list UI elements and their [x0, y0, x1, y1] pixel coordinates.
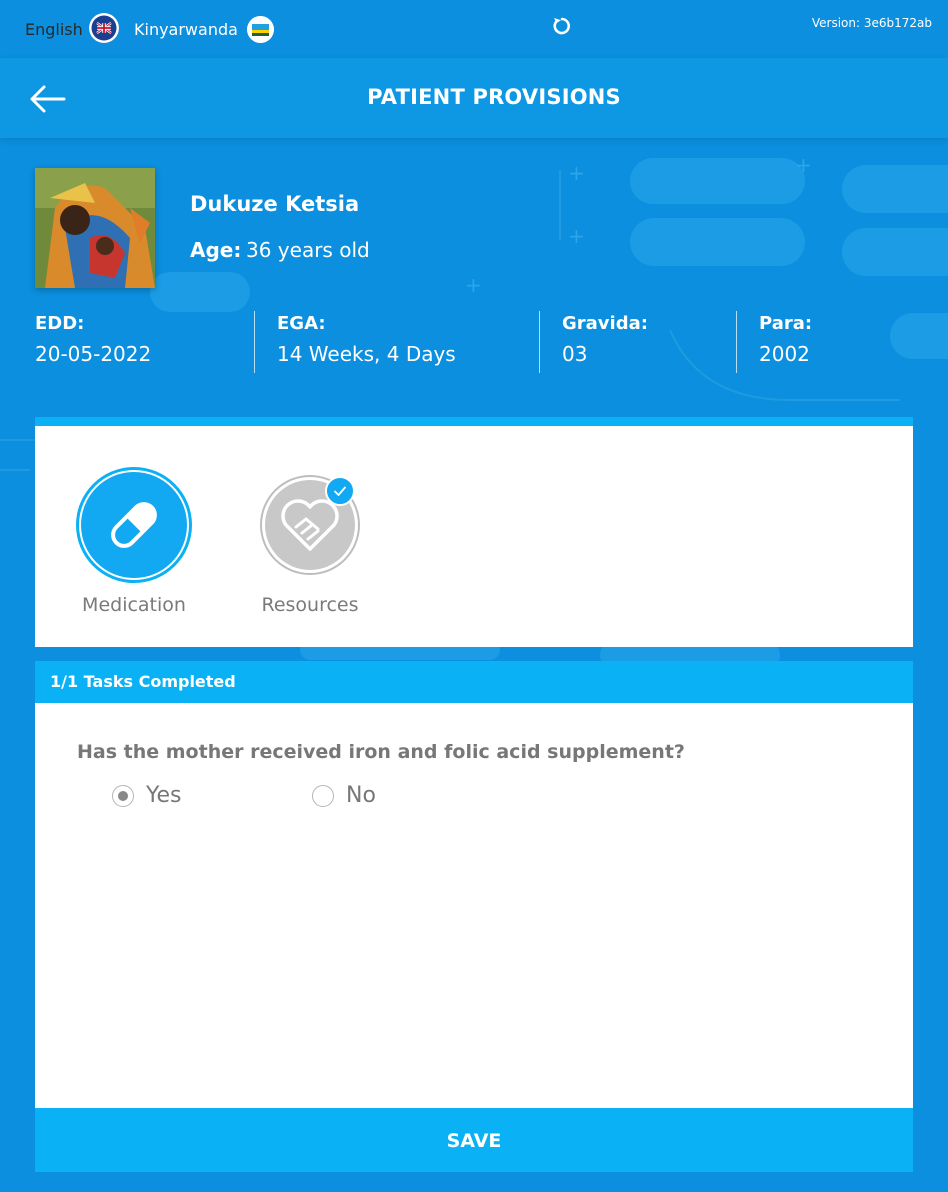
stat-label: Para:	[759, 313, 813, 334]
stat-divider	[254, 311, 255, 373]
question-label: Has the mother received iron and folic a…	[77, 741, 685, 763]
radio-yes[interactable]: Yes	[112, 783, 182, 808]
tab-label: Medication	[82, 594, 186, 616]
stat-value: 20-05-2022	[35, 342, 152, 366]
version-label: Version: 3e6b172ab	[811, 16, 932, 30]
uk-flag-icon[interactable]	[89, 13, 119, 43]
stat-label: EGA:	[277, 313, 326, 334]
age-label: Age:	[190, 238, 242, 262]
stat-divider	[736, 311, 737, 373]
page-title: PATIENT PROVISIONS	[367, 85, 621, 109]
svg-text:+: +	[465, 273, 482, 297]
task-status: 1/1 Tasks Completed	[35, 661, 913, 703]
language-kinyarwanda[interactable]: Kinyarwanda	[134, 20, 238, 39]
radio-label: No	[346, 783, 376, 808]
refresh-icon[interactable]	[550, 14, 574, 38]
stat-label: Gravida:	[562, 313, 648, 334]
rwanda-flag-icon[interactable]	[247, 16, 274, 43]
tab-medication[interactable]: Medication	[79, 470, 189, 616]
save-button[interactable]: SAVE	[35, 1108, 913, 1172]
radio-button-selected[interactable]	[112, 784, 134, 807]
stat-label: EDD:	[35, 313, 85, 334]
language-english[interactable]: English	[25, 20, 83, 39]
app-header: PATIENT PROVISIONS	[0, 58, 948, 138]
svg-text:+: +	[568, 161, 585, 185]
provision-tabs-card: Medication Resources	[35, 417, 913, 647]
check-icon	[325, 476, 355, 506]
patient-name: Dukuze Ketsia	[190, 192, 360, 216]
stat-para: Para: 2002	[759, 313, 812, 366]
radio-label: Yes	[146, 783, 182, 808]
stat-ega: EGA: 14 Weeks, 4 Days	[277, 313, 456, 366]
radio-no[interactable]: No	[312, 783, 376, 808]
pill-icon[interactable]	[79, 470, 189, 580]
svg-text:+: +	[568, 224, 585, 248]
stat-gravida: Gravida: 03	[562, 313, 648, 366]
language-bar: English Kinyarwanda Version: 3e6b172ab	[0, 0, 948, 60]
radio-button[interactable]	[312, 784, 334, 807]
stat-value: 2002	[759, 342, 810, 366]
stat-edd: EDD: 20-05-2022	[35, 313, 151, 366]
age-value: 36 years old	[246, 238, 370, 262]
stat-value: 14 Weeks, 4 Days	[277, 342, 456, 366]
tab-label: Resources	[261, 594, 359, 616]
task-card: 1/1 Tasks Completed Has the mother recei…	[35, 661, 913, 1172]
stat-value: 03	[562, 342, 588, 366]
svg-text:+: +	[795, 153, 812, 177]
stat-divider	[539, 311, 540, 373]
patient-avatar	[35, 168, 155, 288]
